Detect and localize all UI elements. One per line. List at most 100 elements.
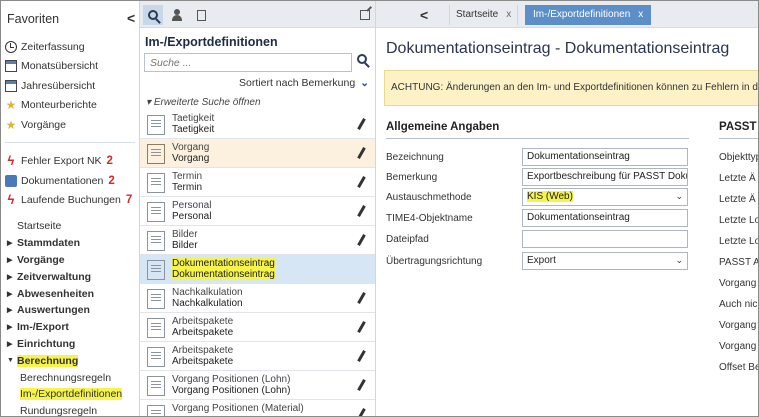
- app-window: Favoriten < Zeiterfassung Monatsübersich…: [0, 0, 759, 417]
- nav-einrichtung[interactable]: ▶ Einrichtung: [1, 336, 139, 353]
- collapse-sidebar-icon[interactable]: <: [127, 10, 135, 26]
- sort-dropdown[interactable]: Sortiert nach Bemerkung ⌄: [239, 77, 369, 89]
- favorites-header: Favoriten <: [1, 1, 139, 37]
- item-title: Nachkalkulation: [172, 287, 243, 298]
- objektname-input[interactable]: Dokumentationseintrag: [522, 209, 688, 227]
- field-label-letzte-aenderung: Letzte Ä: [719, 194, 756, 205]
- item-title: Personal: [172, 200, 212, 211]
- tab-document[interactable]: [191, 5, 211, 25]
- nav-vorgaenge[interactable]: ▶ Vorgänge: [1, 252, 139, 269]
- close-icon[interactable]: x: [638, 9, 643, 20]
- favorite-vorgaenge[interactable]: ★ Vorgänge: [1, 115, 139, 135]
- nav-rundungsregeln[interactable]: Rundungsregeln: [1, 403, 139, 416]
- list-item[interactable]: Arbeitspakete Arbeitspakete: [140, 342, 375, 371]
- nav-label: Startseite: [17, 220, 62, 233]
- tab-startseite[interactable]: Startseite x: [449, 5, 519, 25]
- pencil-icon[interactable]: [357, 205, 366, 217]
- document-icon: [147, 347, 165, 367]
- nav-auswertungen[interactable]: ▶ Auswertungen: [1, 302, 139, 319]
- pencil-icon[interactable]: [357, 234, 366, 246]
- item-title: Arbeitspakete: [172, 316, 234, 327]
- nav-stammdaten[interactable]: ▶ Stammdaten: [1, 235, 139, 252]
- chevron-right-icon: ▶: [7, 256, 13, 264]
- alert-count: 2: [108, 174, 115, 187]
- item-title: Vorgang Positionen (Material): [172, 403, 304, 414]
- pencil-icon[interactable]: [357, 176, 366, 188]
- divider: [386, 138, 689, 139]
- calendar-icon: [5, 79, 17, 92]
- chevron-down-icon: ⌄: [360, 77, 369, 89]
- document-icon: [196, 9, 206, 21]
- pencil-icon[interactable]: [357, 147, 366, 159]
- bemerkung-input[interactable]: Exportbeschreibung für PASST Doku: [522, 168, 688, 186]
- list-item[interactable]: Nachkalkulation Nachkalkulation: [140, 284, 375, 313]
- pencil-icon[interactable]: [357, 408, 366, 416]
- field-label-uebertragungsrichtung: Übertragungsrichtung: [386, 256, 483, 267]
- dateipfad-input[interactable]: [522, 230, 688, 248]
- alert-count: 7: [125, 194, 133, 207]
- pencil-icon[interactable]: [357, 350, 366, 362]
- document-icon: [147, 173, 165, 193]
- divider: [719, 138, 758, 139]
- detail-tabbar: < Startseite x Im-/Exportdefinitionen x: [376, 1, 758, 28]
- item-title: Vorgang: [172, 142, 210, 153]
- list-item[interactable]: Taetigkeit Taetigkeit: [140, 110, 375, 139]
- nav-im-export[interactable]: ▶ Im-/Export: [1, 319, 139, 336]
- bezeichnung-input[interactable]: Dokumentationseintrag: [522, 148, 688, 166]
- chevron-left-icon[interactable]: <: [420, 7, 428, 23]
- select-value: Export: [527, 255, 556, 266]
- nav-label: Berechnung: [17, 354, 79, 367]
- warning-text: ACHTUNG: Änderungen an den Im- und Expor…: [391, 82, 759, 93]
- item-subtitle: Bilder: [172, 240, 198, 251]
- pencil-icon[interactable]: [357, 118, 366, 130]
- tab-im-exportdefinitionen[interactable]: Im-/Exportdefinitionen x: [525, 5, 652, 25]
- document-icon: [147, 202, 165, 222]
- search-button[interactable]: [357, 54, 371, 68]
- tab-label: Im-/Exportdefinitionen: [533, 9, 631, 20]
- alert-fehler-export[interactable]: ϟ Fehler Export NK 2: [1, 152, 139, 172]
- open-external-button[interactable]: [355, 5, 375, 25]
- nav-startseite[interactable]: Startseite: [1, 218, 139, 235]
- list-item[interactable]: Vorgang Vorgang: [140, 139, 375, 168]
- list-item[interactable]: Vorgang Positionen (Lohn) Vorgang Positio…: [140, 371, 375, 400]
- tab-person[interactable]: [167, 5, 187, 25]
- nav-abwesenheiten[interactable]: ▶ Abwesenheiten: [1, 285, 139, 302]
- favorite-jahresuebersicht[interactable]: Jahresübersicht: [1, 76, 139, 96]
- tab-search[interactable]: [143, 5, 163, 25]
- pencil-icon[interactable]: [357, 292, 366, 304]
- alert-laufende-buchungen[interactable]: ϟ Laufende Buchungen 7: [1, 191, 139, 211]
- bolt-icon: ϟ: [7, 153, 15, 169]
- list-item[interactable]: Personal Personal: [140, 197, 375, 226]
- list-item[interactable]: Termin Termin: [140, 168, 375, 197]
- list-item[interactable]: Arbeitspakete Arbeitspakete: [140, 313, 375, 342]
- list-item[interactable]: Bilder Bilder: [140, 226, 375, 255]
- list-toolbar: [140, 1, 375, 28]
- clock-icon: [5, 40, 17, 53]
- list-item-selected[interactable]: Dokumentationseintrag Dokumentationseintr…: [140, 255, 375, 284]
- chevron-down-icon: ⌄: [675, 255, 683, 265]
- user-icon: [172, 9, 182, 21]
- favorite-zeiterfassung[interactable]: Zeiterfassung: [1, 37, 139, 57]
- nav-im-exportdefinitionen[interactable]: Im-/Exportdefinitionen: [1, 386, 139, 403]
- nav-berechnung[interactable]: ▼ Berechnung: [1, 352, 139, 369]
- austauschmethode-select[interactable]: KIS (Web) ⌄: [522, 188, 688, 206]
- close-icon[interactable]: x: [506, 9, 511, 20]
- favorite-monatsuebersicht[interactable]: Monatsübersicht: [1, 57, 139, 77]
- document-icon: [147, 144, 165, 164]
- pencil-icon[interactable]: [357, 379, 366, 391]
- alert-dokumentationen[interactable]: Dokumentationen 2: [1, 171, 139, 191]
- list-title: Im-/Exportdefinitionen: [145, 35, 278, 49]
- nav-berechnungsregeln[interactable]: Berechnungsregeln: [1, 369, 139, 386]
- field-label-passt: PASST A: [719, 257, 759, 268]
- uebertragungsrichtung-select[interactable]: Export ⌄: [522, 252, 688, 270]
- favorite-monteurberichte[interactable]: ★ Monteurberichte: [1, 96, 139, 116]
- alert-label: Dokumentationen: [21, 174, 104, 187]
- extended-search-toggle[interactable]: ▾ Erweiterte Suche öffnen: [146, 97, 261, 108]
- field-label-letzte-aenderung: Letzte Ä: [719, 173, 756, 184]
- pencil-icon[interactable]: [357, 321, 366, 333]
- chevron-right-icon: ▶: [7, 273, 13, 281]
- search-input[interactable]: [144, 53, 352, 72]
- nav-zeitverwaltung[interactable]: ▶ Zeitverwaltung: [1, 268, 139, 285]
- list-item[interactable]: Vorgang Positionen (Material): [140, 400, 375, 416]
- item-title: Taetigkeit: [172, 113, 215, 124]
